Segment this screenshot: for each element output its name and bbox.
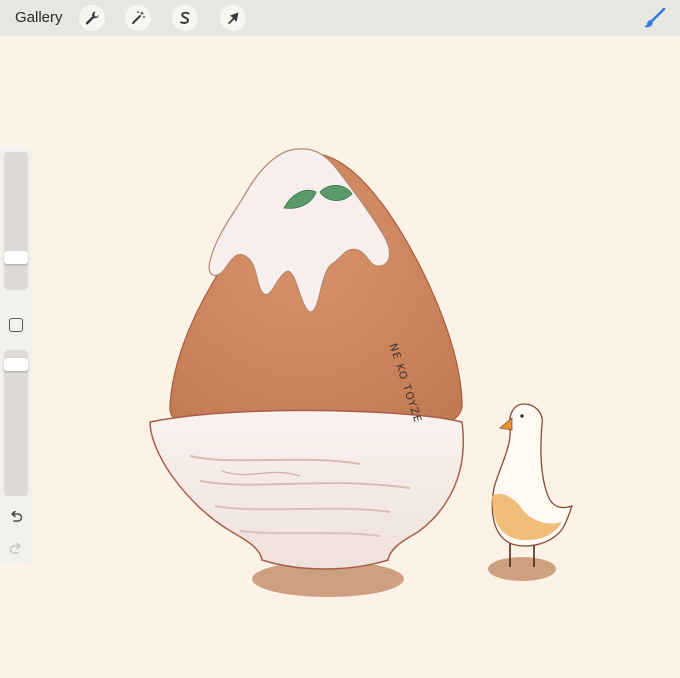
selection-button[interactable]	[172, 5, 198, 31]
drawing-canvas[interactable]: NE KO TOYZE	[0, 36, 680, 678]
opacity-slider[interactable]	[4, 350, 28, 496]
opacity-thumb[interactable]	[4, 358, 28, 371]
brush-tool-button[interactable]	[640, 4, 670, 32]
selection-s-icon	[177, 10, 193, 26]
modify-button[interactable]	[9, 318, 23, 332]
redo-button[interactable]	[8, 540, 24, 556]
undo-icon	[8, 510, 24, 528]
duck-shadow	[488, 557, 556, 581]
magic-wand-icon	[130, 10, 146, 26]
brush-size-thumb[interactable]	[4, 251, 28, 264]
brush-icon	[640, 7, 670, 36]
actions-button[interactable]	[79, 5, 105, 31]
wrench-icon	[84, 10, 100, 26]
procreate-app: Gallery NE KO TOYZE	[0, 0, 680, 678]
brush-size-slider[interactable]	[4, 152, 28, 290]
left-sidebar	[0, 146, 32, 564]
duck-beak	[499, 417, 513, 431]
transform-button[interactable]	[220, 5, 246, 31]
undo-button[interactable]	[8, 508, 24, 524]
bowl	[149, 409, 465, 570]
redo-icon	[8, 542, 24, 560]
arrow-cursor-icon	[225, 10, 241, 26]
top-toolbar: Gallery	[0, 0, 680, 36]
adjustments-button[interactable]	[125, 5, 151, 31]
artwork	[149, 148, 573, 597]
gallery-button[interactable]: Gallery	[15, 9, 63, 26]
